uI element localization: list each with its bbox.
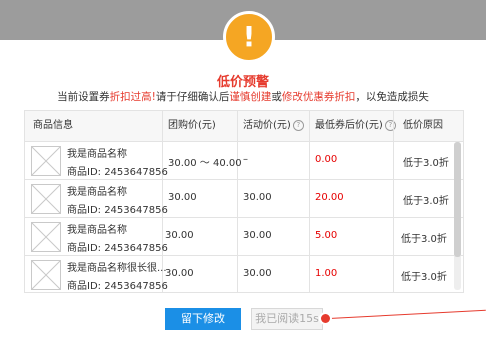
dialog-subtitle: 当前设置券折扣过高!请于仔细确认后谨慎创建或修改优惠券折扣，以免造成损失 [0, 89, 486, 104]
product-id: 商品ID: 2453647856 [67, 281, 168, 292]
header-lowest-price: 最低券后价(元)? [315, 111, 396, 141]
header-group-price: 团购价(元) [168, 120, 216, 131]
subtitle-part: 谨慎创建 [229, 91, 272, 103]
product-image-placeholder [31, 146, 61, 176]
low-price-reason: 低于3.0折 [403, 158, 449, 169]
help-icon[interactable]: ? [384, 119, 396, 131]
table-row: 我是商品名称 商品ID: 2453647856 30.00 ～ 40.00 – … [25, 142, 463, 180]
product-image-placeholder [31, 184, 61, 214]
annotation-dot [321, 314, 330, 323]
scrollbar-thumb[interactable] [454, 142, 461, 257]
subtitle-part: 修改优惠券折扣 [281, 91, 356, 103]
low-price-reason: 低于3.0折 [403, 196, 449, 207]
table-scrollbar[interactable] [454, 142, 461, 290]
product-id: 商品ID: 2453647856 [67, 205, 168, 216]
product-name: 我是商品名称 [67, 225, 127, 236]
table-row: 我是商品名称 商品ID: 2453647856 30.00 30.00 5.00… [25, 218, 463, 256]
group-price: 30.00 [165, 268, 194, 279]
activity-price: 30.00 [243, 230, 272, 241]
header-activity-price: 活动价(元)? [243, 111, 304, 141]
product-id: 商品ID: 2453647856 [67, 167, 168, 178]
lowest-price: 5.00 [315, 230, 338, 241]
subtitle-part: ，以免造成损失 [355, 91, 429, 103]
dialog-title: 低价预警 [216, 75, 269, 90]
activity-price: 30.00 [243, 192, 272, 203]
product-image-placeholder [31, 260, 61, 290]
table-row: 我是商品名称 商品ID: 2453647856 30.00 30.00 20.0… [25, 180, 463, 218]
subtitle-part: 当前设置券 [57, 91, 110, 103]
product-name: 我是商品名称 [67, 187, 127, 198]
help-icon[interactable]: ? [292, 119, 304, 131]
product-table: 商品信息 团购价(元) 活动价(元)? 最低券后价(元)? 低价原因 我是商品名… [24, 110, 464, 293]
group-price: 30.00 ～ 40.00 [168, 158, 242, 169]
modify-button[interactable]: 留下修改 [165, 308, 241, 330]
table-row: 我是商品名称很长很... 商品ID: 2453647856 30.00 30.0… [25, 256, 463, 292]
header-lowest-price-label: 最低券后价(元) [315, 120, 383, 131]
lowest-price: 0.00 [315, 154, 338, 165]
product-name: 我是商品名称 [67, 149, 127, 160]
subtitle-part: 或 [271, 91, 282, 103]
activity-price: 30.00 [243, 268, 272, 279]
low-price-reason: 低于3.0折 [401, 272, 447, 283]
header-activity-price-label: 活动价(元) [243, 120, 291, 131]
product-id: 商品ID: 2453647856 [67, 243, 168, 254]
subtitle-part: 请于仔细确认后 [155, 91, 230, 103]
group-price: 30.00 [168, 192, 197, 203]
read-confirm-button[interactable]: 我已阅读15s [251, 308, 323, 330]
table-header: 商品信息 团购价(元) 活动价(元)? 最低券后价(元)? 低价原因 [25, 111, 463, 142]
lowest-price: 20.00 [315, 192, 344, 203]
low-price-reason: 低于3.0折 [401, 234, 447, 245]
lowest-price: 1.00 [315, 268, 338, 279]
header-reason: 低价原因 [403, 120, 443, 131]
header-product: 商品信息 [33, 120, 73, 131]
activity-price: – [243, 154, 248, 165]
product-image-placeholder [31, 222, 61, 252]
subtitle-part: 折扣过高! [109, 91, 156, 103]
group-price: 30.00 [165, 230, 194, 241]
warning-icon: ! [223, 11, 275, 63]
product-name: 我是商品名称很长很... [67, 263, 167, 274]
